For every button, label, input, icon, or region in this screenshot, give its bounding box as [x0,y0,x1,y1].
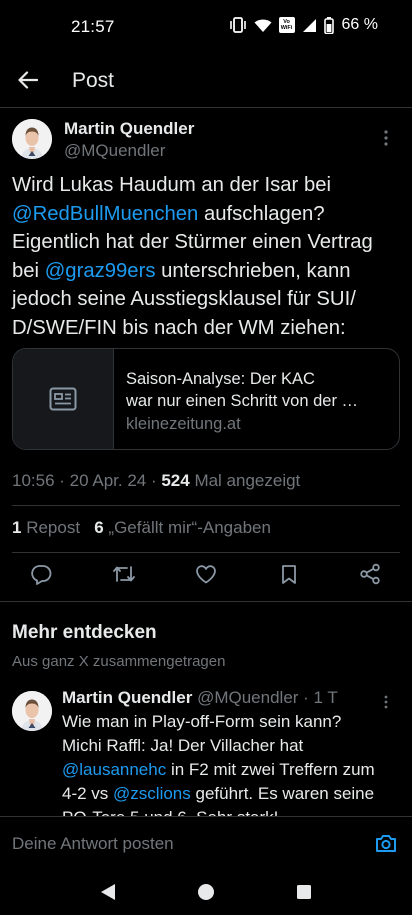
status-bar: 21:57 Vo WiFi 66 % [0,0,412,52]
mention-link[interactable]: @RedBullMuenchen [12,203,198,225]
text-segment: geführt. Es waren seine [190,784,375,803]
repost-icon [113,566,135,582]
text-segment: bei [12,259,45,282]
signal-icon [302,18,317,33]
meta-separator: · [146,471,162,490]
triangle-back-icon [101,884,115,900]
circle-home-icon [198,884,214,900]
text-line: 4-2 vs @zsclions geführt. Es waren seine [62,782,407,806]
post-text: Wird Lukas Haudum an der Isar bei @RedBul… [12,171,404,342]
text-segment: 4-2 vs [62,784,114,803]
views-count[interactable]: 524 [161,471,189,490]
heart-icon [196,565,216,584]
author-avatar[interactable] [12,119,52,159]
wifi-icon [254,18,272,33]
arrow-left-icon [18,71,38,89]
text-segment: in F2 mit zwei Treffern zum [166,760,375,779]
page-title: Post [72,69,115,92]
text-segment: Wie man in Play-off-Form sein kann? [62,712,342,731]
battery-percent: 66 % [341,16,378,33]
reply-button[interactable] [29,562,53,586]
vowifi-icon: Vo WiFi [278,17,295,33]
more-vertical-icon [384,695,388,709]
comment-icon [31,564,52,585]
link-preview-card[interactable]: Saison-Analyse: Der KAC war nur einen Sc… [12,348,400,450]
text-segment: Wird Lukas Haudum an der Isar bei [12,174,332,196]
views-label[interactable]: Mal angezeigt [190,471,300,490]
post-actions [0,562,412,588]
text-segment: D/SWE/FIN bis nach der WM ziehen: [12,316,346,339]
more-options-button[interactable] [376,128,396,148]
text-segment: unterschrieben, kann [155,259,351,282]
top-app-bar: Post [0,52,412,108]
reply-bar: Deine Antwort posten [0,816,412,868]
more-vertical-icon [384,130,388,146]
likes-count: 6 [94,518,104,537]
bookmark-icon [282,565,296,584]
square-recents-icon [297,885,311,899]
link-title-line-1: Saison-Analyse: Der KAC [126,370,315,388]
camera-button[interactable] [374,831,398,855]
related-more-options-button[interactable] [376,692,396,712]
share-icon [360,563,380,585]
discover-subtitle: Aus ganz X zusammengetragen [12,653,226,670]
back-button[interactable] [14,66,42,94]
related-post-text[interactable]: Wie man in Play-off-Form sein kann? Michi… [62,710,407,830]
post-meta: 10:56 · 20 Apr. 24 · 524 Mal angezeigt [12,471,300,491]
reposts-label: Repost [21,518,81,537]
link-domain: kleinezeitung.at [126,415,241,433]
text-segment: Eigentlich hat der Stürmer einen Vertrag [12,231,373,253]
article-icon [49,387,77,411]
status-time: 21:57 [71,17,115,36]
vibrate-icon [229,17,247,33]
mention-link[interactable]: @zsclions [113,784,191,803]
likes-stat[interactable]: 6 „Gefällt mir“-Angaben [94,518,271,537]
link-title-line-2: war nur einen Schritt von der … [126,392,359,410]
related-author-avatar[interactable] [12,691,52,731]
camera-icon [376,834,396,852]
share-button[interactable] [358,562,382,586]
system-navigation-bar [0,868,412,915]
text-segment: jedoch seine Ausstiegsklausel für SUI/ [12,288,356,310]
nav-recents-button[interactable] [294,882,314,902]
header-divider [0,107,412,108]
text-line: Wird Lukas Haudum an der Isar bei [12,171,404,200]
divider [12,505,400,506]
section-divider [0,601,412,602]
text-segment: aufschlagen? [198,202,325,225]
like-button[interactable] [194,562,218,586]
link-thumbnail [13,349,114,449]
related-handle-time: @MQuendler · 1 T [192,688,338,707]
nav-back-button[interactable] [98,882,118,902]
related-post-header[interactable]: Martin Quendler @MQuendler · 1 T [62,688,338,708]
text-line: D/SWE/FIN bis nach der WM ziehen: [12,314,404,343]
related-author-name: Martin Quendler [62,688,193,707]
battery-icon [323,16,334,34]
text-line: @lausannehc in F2 mit zwei Treffern zum [62,758,407,782]
meta-separator: · [54,471,70,490]
mention-link[interactable]: @graz99ers [45,260,156,282]
mention-link[interactable]: @lausannehc [62,760,166,779]
divider [12,552,400,553]
likes-label: „Gefällt mir“-Angaben [103,518,271,537]
status-icons: Vo WiFi 66 % [229,16,378,34]
repost-button[interactable] [112,562,136,586]
author-handle[interactable]: @MQuendler [64,141,165,161]
text-line: jedoch seine Ausstiegsklausel für SUI/ [12,285,404,314]
text-line: Wie man in Play-off-Form sein kann? [62,710,407,734]
post-time: 10:56 [12,471,55,490]
discover-title: Mehr entdecken [12,622,157,643]
text-line: @RedBullMuenchen aufschlagen? [12,200,404,229]
author-name[interactable]: Martin Quendler [64,119,194,139]
text-line: Eigentlich hat der Stürmer einen Vertrag [12,228,404,257]
nav-home-button[interactable] [196,882,216,902]
text-line: bei @graz99ers unterschrieben, kann [12,257,404,286]
post-date: 20 Apr. 24 [69,471,147,490]
text-segment: Michi Raffl: Ja! Der Villacher hat [62,736,304,755]
post-stats: 1 Repost 6 „Gefällt mir“-Angaben [12,518,271,538]
bookmark-button[interactable] [277,562,301,586]
reposts-stat[interactable]: 1 Repost [12,518,80,537]
reply-input[interactable]: Deine Antwort posten [12,834,174,854]
text-line: Michi Raffl: Ja! Der Villacher hat [62,734,407,758]
